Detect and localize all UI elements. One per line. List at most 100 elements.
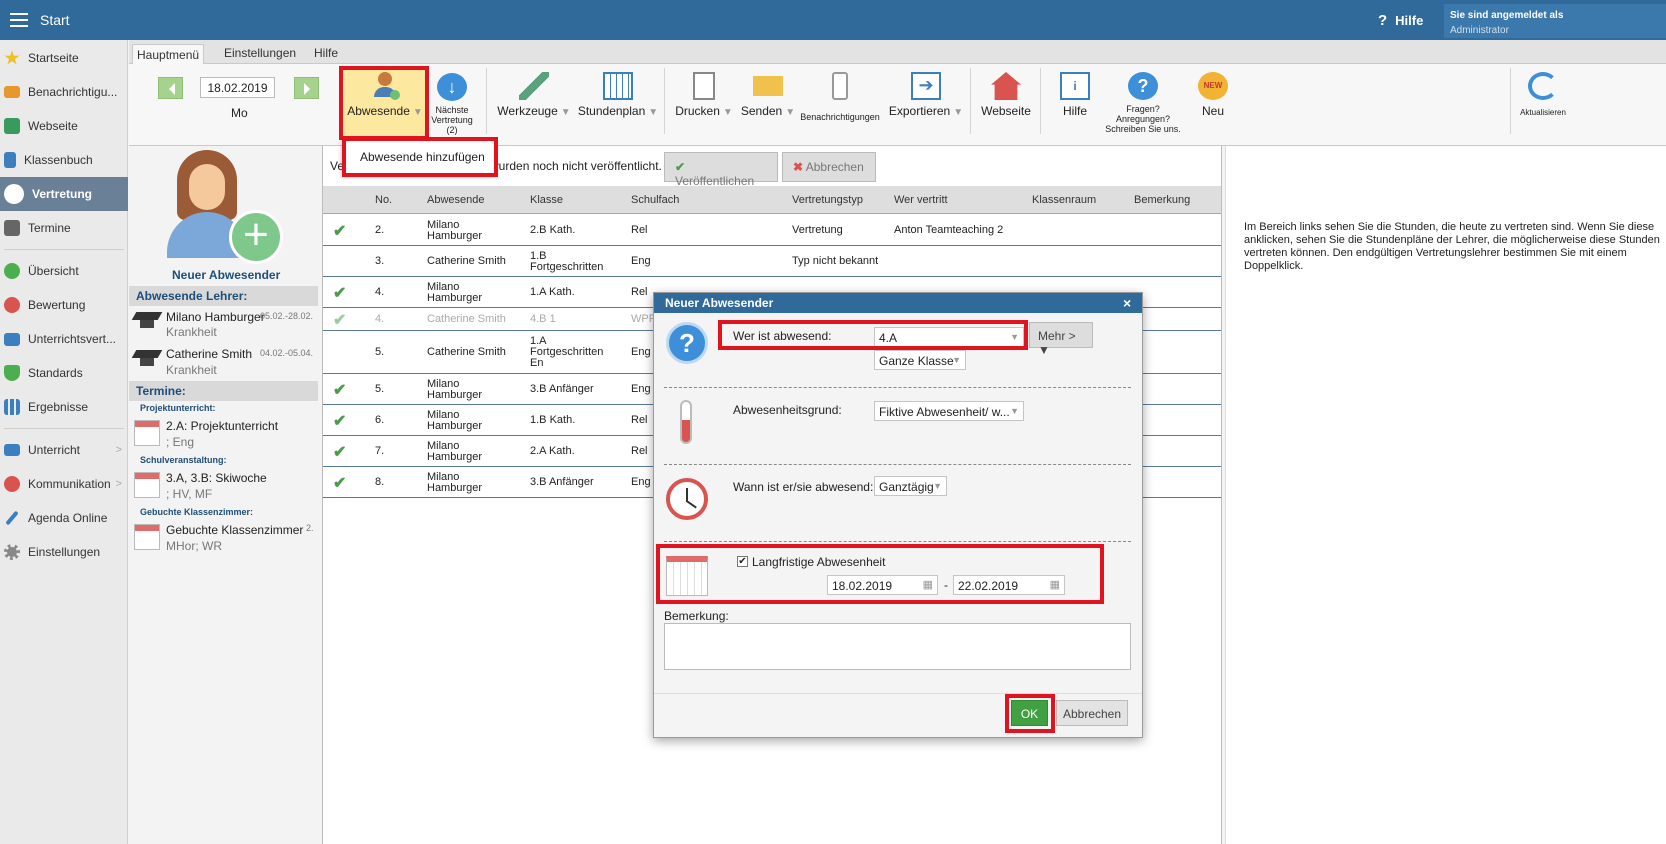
cell-klasse-line: En	[530, 357, 544, 369]
section-divider	[664, 464, 1131, 465]
aktualisieren-button[interactable]: Aktualisieren	[1518, 72, 1568, 118]
teacher-dates: 05.02.-28.02.	[260, 311, 314, 321]
cell-klasse-line: 4.B 1	[530, 313, 556, 325]
next-day-button[interactable]	[294, 77, 319, 99]
from-date-input[interactable]: 18.02.2019 ▦	[827, 575, 938, 595]
col-schulfach[interactable]: Schulfach	[631, 194, 679, 206]
feedback-button[interactable]: ? Fragen? Anregungen? Schreiben Sie uns.	[1104, 72, 1182, 134]
sidebar-item-bewertung[interactable]: Bewertung	[0, 288, 128, 322]
sidebar-item-klassenbuch[interactable]: Klassenbuch	[0, 143, 128, 177]
cell-klasse: 4.B 1	[530, 314, 556, 325]
previous-day-button[interactable]	[158, 77, 183, 99]
cell-abwesende-line: Hamburger	[427, 388, 483, 401]
sidebar-item-einstellungen[interactable]: Einstellungen	[0, 535, 128, 569]
plus-circle-icon: +	[229, 210, 283, 264]
publish-button[interactable]: ✔ Veröffentlichen	[664, 152, 778, 188]
cell-klasse-line: 3.B Anfänger	[530, 383, 594, 395]
termin-extra: 2.	[306, 523, 314, 533]
scope-select[interactable]: Ganze Klasse ▼	[874, 350, 966, 370]
cell-schulfach: Rel	[631, 445, 648, 457]
cell-no: 4.	[375, 313, 385, 325]
menu-item-abwesende-hinzufuegen[interactable]: Abwesende hinzufügen	[360, 150, 485, 164]
hilfe-button[interactable]: i Hilfe	[1054, 72, 1096, 118]
cell-klasse-line: 1.A Kath.	[530, 286, 575, 298]
mehr-button[interactable]: Mehr > ▼	[1029, 322, 1093, 357]
cell-abwesende-line: Milano	[427, 408, 460, 421]
sidebar-item-unterricht[interactable]: Unterricht >	[0, 433, 128, 467]
table-row[interactable]: ✔ 2. Milano Hamburger 2.B Kath. Rel Vertretung…	[323, 215, 1221, 246]
naechste-vertretung-button[interactable]: ↓ Nächste Vertretung (2)	[428, 73, 476, 135]
benachrichtigungen-button[interactable]: Benachrichtigungen	[800, 72, 880, 122]
sidebar-item-benachrichtigungen[interactable]: Benachrichtigu...	[0, 75, 128, 109]
sidebar-item-webseite[interactable]: Webseite	[0, 109, 128, 143]
calendar-picker-icon[interactable]: ▦	[923, 578, 933, 591]
col-bemerkung[interactable]: Bemerkung	[1134, 194, 1190, 206]
cell-abwesende: Milano Hamburger	[427, 219, 482, 242]
user-box[interactable]: Sie sind angemeldet als Administrator	[1444, 4, 1666, 38]
col-abwesende[interactable]: Abwesende	[427, 194, 485, 206]
ok-button[interactable]: OK	[1011, 700, 1048, 726]
col-klassenraum[interactable]: Klassenraum	[1032, 194, 1096, 206]
help-link[interactable]: ? Hilfe	[1378, 12, 1423, 29]
termin-title[interactable]: 3.A, 3.B: Skiwoche	[166, 471, 267, 485]
envelope-icon	[4, 86, 20, 98]
drucken-button[interactable]: Drucken ▼	[673, 72, 735, 118]
cancel-publish-button[interactable]: ✖ Abbrechen	[782, 152, 876, 182]
teacher-name[interactable]: Milano Hamburger	[166, 310, 265, 324]
col-no[interactable]: No.	[375, 194, 392, 206]
sidebar-item-uebersicht[interactable]: Übersicht	[0, 254, 128, 288]
chevron-right-icon: >	[115, 478, 122, 490]
close-icon[interactable]: ×	[1123, 295, 1131, 311]
sidebar-divider	[4, 249, 124, 250]
calendar-icon	[134, 420, 160, 446]
col-klasse[interactable]: Klasse	[530, 194, 563, 206]
dropdown-arrow-icon: ▼	[785, 107, 796, 118]
check-icon: ✔	[333, 412, 347, 430]
wann-select[interactable]: Ganztägig ▼	[874, 476, 947, 496]
table-row[interactable]: 3. Catherine Smith 1.B Fortgeschritten Eng Ty…	[323, 246, 1221, 277]
hamburger-menu-icon[interactable]	[10, 13, 28, 27]
dialog-footer-divider	[654, 693, 1142, 694]
tab-hilfe[interactable]: Hilfe	[302, 44, 350, 64]
cancel-button[interactable]: Abbrechen	[1056, 700, 1128, 726]
tab-hauptmenue[interactable]: Hauptmenü	[132, 44, 205, 64]
webseite-button[interactable]: Webseite	[978, 72, 1034, 118]
col-wer-vertritt[interactable]: Wer vertritt	[894, 194, 948, 206]
teacher-name[interactable]: Catherine Smith	[166, 347, 252, 361]
neu-button[interactable]: NEW Neu	[1192, 72, 1234, 118]
remark-textarea[interactable]	[664, 623, 1131, 670]
sidebar-item-startseite[interactable]: Startseite	[0, 41, 128, 75]
to-date-input[interactable]: 22.02.2019 ▦	[953, 575, 1065, 595]
date-input[interactable]: 18.02.2019	[200, 77, 275, 98]
werkzeuge-button[interactable]: Werkzeuge ▼	[497, 72, 571, 118]
sidebar-item-unterrichtsvert[interactable]: Unterrichtsvert...	[0, 322, 128, 356]
sidebar-item-termine[interactable]: Termine	[0, 211, 128, 245]
sidebar-item-standards[interactable]: Standards	[0, 356, 128, 390]
cell-abwesende-line: Hamburger	[427, 450, 483, 463]
abwesende-button[interactable]: Abwesende ▼	[346, 72, 424, 118]
grund-select[interactable]: Fiktive Abwesenheit/ w... ▼	[874, 401, 1024, 421]
tab-einstellungen[interactable]: Einstellungen	[212, 44, 308, 64]
calendar-picker-icon[interactable]: ▦	[1050, 578, 1060, 591]
col-vertretungstyp[interactable]: Vertretungstyp	[792, 194, 863, 206]
sidebar-item-vertretung[interactable]: Vertretung	[0, 177, 128, 211]
sidebar-item-agenda-online[interactable]: Agenda Online	[0, 501, 128, 535]
ribbon-separator	[664, 68, 665, 134]
new-absent-avatar-button[interactable]: +	[167, 150, 283, 265]
check-circle-icon	[4, 263, 20, 279]
app-title[interactable]: Start	[40, 12, 70, 28]
longterm-checkbox[interactable]: ✔	[737, 556, 748, 567]
wer-select[interactable]: 4.A ▼	[874, 327, 1024, 347]
sidebar-item-ergebnisse[interactable]: Ergebnisse	[0, 390, 128, 424]
cell-abwesende-line: Hamburger	[427, 291, 483, 304]
calendar-icon	[134, 472, 160, 498]
termin-title[interactable]: Gebuchte Klassenzimmer	[166, 523, 303, 537]
stundenplan-button[interactable]: Stundenplan ▼	[577, 72, 659, 118]
exportieren-button[interactable]: ➔ Exportieren ▼	[887, 72, 965, 118]
sidebar-item-kommunikation[interactable]: Kommunikation >	[0, 467, 128, 501]
senden-button[interactable]: Senden ▼	[739, 72, 797, 118]
new-absent-label[interactable]: Neuer Abwesender	[172, 268, 280, 282]
cell-abwesende: Milano Hamburger	[427, 471, 482, 494]
section-divider	[664, 541, 1131, 542]
termin-title[interactable]: 2.A: Projektunterricht	[166, 419, 278, 433]
